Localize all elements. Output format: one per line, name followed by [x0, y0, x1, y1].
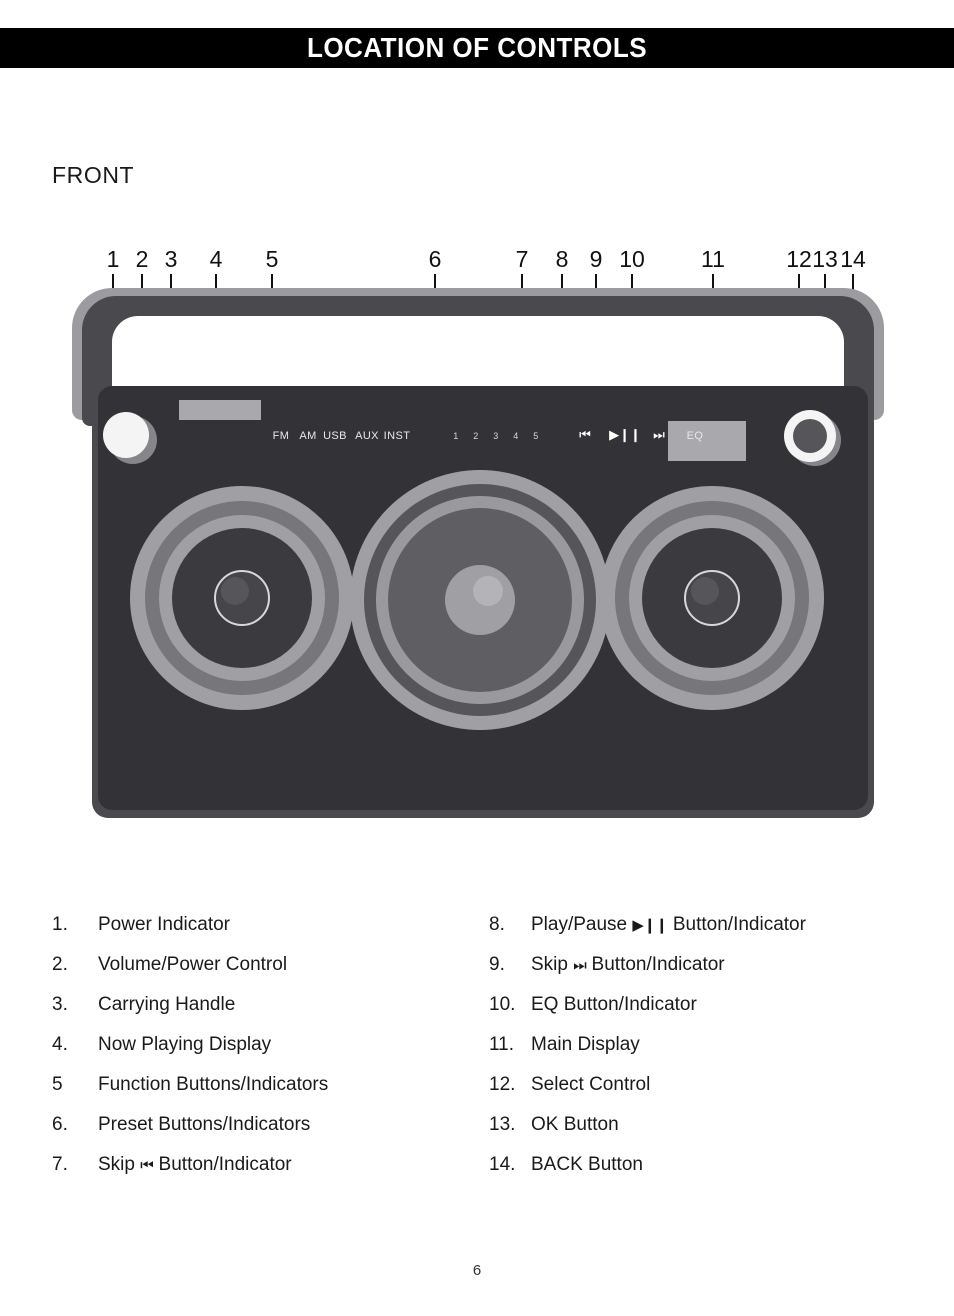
legend-text-after: Button/Indicator	[667, 914, 806, 935]
callout-number-2: 2	[135, 246, 149, 272]
callout-number-3: 3	[164, 246, 178, 272]
legend-item: 1. Power Indicator	[52, 905, 482, 945]
legend-item: 7. Skip ⏮ Button/Indicator	[52, 1145, 482, 1185]
legend-item: 3. Carrying Handle	[52, 985, 482, 1025]
skip-back-icon[interactable]: ⏮	[579, 428, 591, 441]
legend-text-before: Skip	[531, 954, 574, 975]
legend-item: 4. Now Playing Display	[52, 1025, 482, 1065]
legend-item: 12. Select Control	[489, 1065, 929, 1105]
legend-transport-icon: ⏮	[140, 1157, 154, 1174]
page-title: LOCATION OF CONTROLS	[306, 32, 648, 63]
function-label-aux[interactable]: AUX	[355, 430, 379, 442]
legend-item: 2. Volume/Power Control	[52, 945, 482, 985]
legend-item-label: Preset Buttons/Indicators	[98, 1114, 311, 1135]
legend-item-label: BACK Button	[531, 1154, 643, 1175]
legend-item-number: 5	[52, 1074, 63, 1095]
legend-item-number: 4.	[52, 1034, 68, 1055]
eq-button-label[interactable]: EQ	[687, 430, 704, 442]
volume-power-knob[interactable]	[103, 412, 149, 458]
preset-label-1[interactable]: 1	[453, 431, 458, 441]
function-label-inst[interactable]: INST	[384, 430, 411, 442]
legend-item: 10. EQ Button/Indicator	[489, 985, 929, 1025]
callout-number-7: 7	[515, 246, 529, 272]
legend-item-label: Skip ⏮ Button/Indicator	[98, 1145, 292, 1186]
legend-item: 9. Skip ⏭ Button/Indicator	[489, 945, 929, 985]
callout-number-4: 4	[209, 246, 223, 272]
legend-item-label: Play/Pause ▶❙❙ Button/Indicator	[531, 905, 806, 946]
callout-number-5: 5	[265, 246, 279, 272]
callout-number-9: 9	[589, 246, 603, 272]
legend-item-label: Main Display	[531, 1034, 640, 1055]
page-header-bar: LOCATION OF CONTROLS	[0, 28, 954, 68]
play-pause-icon[interactable]: ▶❙❙	[609, 428, 641, 441]
legend-item: 6. Preset Buttons/Indicators	[52, 1105, 482, 1145]
main-display	[668, 421, 746, 461]
legend-item: 14. BACK Button	[489, 1145, 929, 1185]
preset-label-5[interactable]: 5	[533, 431, 538, 441]
function-label-usb[interactable]: USB	[323, 430, 347, 442]
legend-text-after: Button/Indicator	[153, 1154, 292, 1175]
legend-item: 8. Play/Pause ▶❙❙ Button/Indicator	[489, 905, 929, 945]
legend-item-number: 2.	[52, 954, 68, 975]
section-label-front: FRONT	[52, 162, 135, 188]
legend-item-label: Carrying Handle	[98, 994, 236, 1015]
legend-item: 13. OK Button	[489, 1105, 929, 1145]
callout-number-6: 6	[428, 246, 442, 272]
function-label-am[interactable]: AM	[299, 430, 316, 442]
legend-item-number: 3.	[52, 994, 68, 1015]
legend-text-before: Skip	[98, 1154, 141, 1175]
legend-column-left: 1. Power Indicator 2. Volume/Power Control 3…	[52, 905, 482, 1185]
legend-item-label: Now Playing Display	[98, 1034, 272, 1055]
legend-item-label: Function Buttons/Indicators	[98, 1074, 329, 1095]
legend-item-number: 1.	[52, 914, 68, 935]
device-cabinet-face	[98, 386, 868, 810]
callout-number-14: 14	[840, 246, 866, 272]
legend-item-label: EQ Button/Indicator	[531, 994, 697, 1015]
legend-item: 11. Main Display	[489, 1025, 929, 1065]
callout-number-1: 1	[106, 246, 120, 272]
callout-number-10: 10	[619, 246, 645, 272]
legend-item-number: 10.	[489, 994, 516, 1015]
legend-text-after: Button/Indicator	[586, 954, 725, 975]
legend-item-number: 11.	[489, 1034, 515, 1055]
device-illustration-front: FM AM USB AUX INST 1 2 3 4 5 ⏮ ▶❙❙ ⏭ EQ	[62, 288, 894, 818]
legend-item: 5 Function Buttons/Indicators	[52, 1065, 482, 1105]
page-number: 6	[472, 1262, 482, 1279]
legend-item-label: Power Indicator	[98, 914, 231, 935]
legend-item-number: 7.	[52, 1154, 68, 1175]
callout-number-8: 8	[555, 246, 569, 272]
callout-number-12: 12	[786, 246, 812, 272]
preset-label-3[interactable]: 3	[493, 431, 498, 441]
preset-label-2[interactable]: 2	[473, 431, 478, 441]
legend-column-right: 8. Play/Pause ▶❙❙ Button/Indicator 9. Skip …	[489, 905, 929, 1185]
ok-button[interactable]	[793, 419, 827, 453]
legend-item-label: Select Control	[531, 1074, 651, 1095]
callout-number-13: 13	[812, 246, 838, 272]
legend-item-number: 12.	[489, 1074, 516, 1095]
legend-transport-icon: ▶❙❙	[632, 917, 668, 934]
skip-forward-icon[interactable]: ⏭	[653, 428, 665, 441]
callout-number-11: 11	[701, 246, 725, 272]
legend-item-number: 6.	[52, 1114, 68, 1135]
legend-item-number: 14.	[489, 1154, 516, 1175]
legend-item-label: OK Button	[531, 1114, 619, 1135]
legend-item-number: 13.	[489, 1114, 516, 1135]
legend-text-before: Play/Pause	[531, 914, 633, 935]
legend-transport-icon: ⏭	[573, 957, 587, 974]
legend-item-number: 8.	[489, 914, 505, 935]
legend-item-label: Volume/Power Control	[98, 954, 288, 975]
now-playing-display	[179, 400, 261, 420]
legend-item-label: Skip ⏭ Button/Indicator	[531, 945, 725, 986]
function-label-fm[interactable]: FM	[273, 430, 290, 442]
preset-label-4[interactable]: 4	[513, 431, 518, 441]
legend-item-number: 9.	[489, 954, 505, 975]
